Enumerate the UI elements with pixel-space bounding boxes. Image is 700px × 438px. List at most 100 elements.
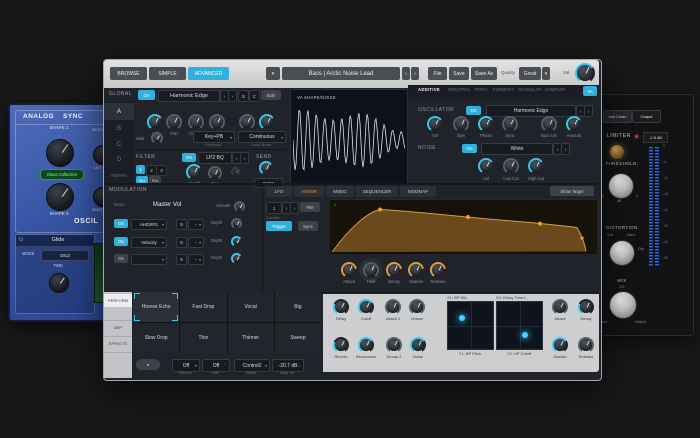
macro-reverb-knob[interactable]: [333, 337, 349, 353]
mod-row3-on[interactable]: On: [114, 254, 128, 263]
mod-row2-on[interactable]: On: [114, 237, 128, 246]
xy-pad-1[interactable]: [447, 301, 494, 350]
macro-unison-knob[interactable]: [409, 299, 425, 315]
engine-copy-button[interactable]: C: [249, 90, 260, 102]
env-tab-ahdsr[interactable]: AHDSR: [294, 186, 324, 197]
pad-thin[interactable]: Thin: [180, 323, 226, 353]
xy1-dot[interactable]: [459, 315, 465, 321]
macro-cutoff-knob[interactable]: [358, 299, 374, 315]
noise-vol-knob[interactable]: [478, 158, 494, 174]
tab-perform[interactable]: PERFORM: [104, 294, 132, 307]
filter-cutoff-knob[interactable]: [186, 164, 202, 180]
engine-pan-knob[interactable]: [166, 114, 182, 130]
env-tab-sequencer[interactable]: SEQUENCER: [356, 186, 398, 197]
filter-send-knob[interactable]: [259, 161, 273, 175]
engine-edit-button[interactable]: Edit: [261, 90, 281, 100]
quality-dropdown[interactable]: Great: [519, 67, 541, 80]
layer-tab-d[interactable]: D: [104, 153, 134, 167]
layer-tab-a[interactable]: A: [104, 103, 134, 120]
pad-vocal[interactable]: Vocal: [228, 292, 274, 322]
env-attack-knob[interactable]: [341, 262, 357, 278]
preset-menu-button[interactable]: ▾: [266, 67, 280, 80]
mod-row2-source[interactable]: Velocity▾: [131, 237, 167, 248]
noise-on-button[interactable]: On: [462, 144, 477, 153]
mod-target-value[interactable]: Master Vol: [153, 202, 181, 208]
osc-tab-formant[interactable]: FORMANT: [493, 88, 514, 92]
filter-slot-3[interactable]: 3: [156, 165, 167, 176]
engine-vol-knob[interactable]: [147, 114, 163, 130]
save-button[interactable]: Save: [449, 67, 469, 80]
osc-num-uni-knob[interactable]: [541, 116, 557, 132]
env-release-knob[interactable]: [430, 262, 446, 278]
env-index-box[interactable]: 1: [266, 202, 282, 214]
engine-on-button[interactable]: On: [138, 90, 155, 100]
pad-big[interactable]: Big: [275, 292, 321, 322]
record-button[interactable]: ●: [136, 359, 160, 370]
engine-coarse-knob[interactable]: [188, 114, 204, 130]
xy-pad-2[interactable]: [496, 301, 543, 350]
mod-row1-on[interactable]: On: [114, 219, 128, 228]
env-hold-knob[interactable]: [363, 262, 379, 278]
preset-next-button[interactable]: ›: [411, 67, 419, 80]
osc-next-button[interactable]: ›: [584, 105, 593, 117]
osc-tab-granular[interactable]: GRANULAR: [518, 88, 541, 92]
osc-tab-additive[interactable]: ADDITIVE: [418, 88, 440, 92]
macro-attack-knob[interactable]: [552, 299, 568, 315]
mod-row2-depth-knob[interactable]: [231, 236, 242, 247]
master-vol-knob[interactable]: [575, 63, 595, 83]
tab-browse[interactable]: BROWSE: [110, 67, 147, 80]
mod-row3-source[interactable]: ▾: [131, 254, 167, 265]
osc-sync-knob[interactable]: [502, 116, 518, 132]
filter-extra-knob[interactable]: [231, 167, 240, 176]
mod-row3-curve[interactable]: -▾: [188, 254, 204, 265]
filter-type-dropdown[interactable]: LP2 BQ: [198, 152, 232, 164]
env-tab-modmap[interactable]: MODMAP: [400, 186, 436, 197]
file-button[interactable]: File: [428, 67, 447, 80]
noise-type-dropdown[interactable]: White: [481, 143, 553, 155]
engine-speed-knob[interactable]: [259, 114, 275, 130]
tab-simple[interactable]: SIMPLE: [149, 67, 186, 80]
filter-res-knob[interactable]: [208, 166, 222, 180]
osc-vol-knob[interactable]: [427, 116, 443, 132]
mod-row1-curve[interactable]: -▾: [188, 219, 204, 230]
macro-resonance-knob[interactable]: [358, 337, 374, 353]
noise-next-button[interactable]: ›: [561, 143, 570, 155]
preset-prev-button[interactable]: ‹: [402, 67, 410, 80]
macro-sustain-knob[interactable]: [552, 337, 568, 353]
noise-low-cut-knob[interactable]: [503, 158, 519, 174]
osc-sym-knob[interactable]: [453, 116, 469, 132]
mod-row2-curve[interactable]: -▾: [188, 237, 204, 248]
pad-hoover-echo[interactable]: Hoover Echo: [133, 292, 179, 322]
pad-fast-drop[interactable]: Fast Drop: [180, 292, 226, 322]
engine-next-button[interactable]: ›: [228, 90, 237, 102]
env-next-button[interactable]: ›: [290, 202, 299, 214]
tab-advanced[interactable]: ADVANCED: [188, 67, 229, 80]
pad-sweep[interactable]: Sweep: [275, 323, 321, 353]
env-file-button[interactable]: File: [300, 202, 320, 212]
mod-smooth-knob[interactable]: [234, 201, 245, 212]
osc-tab-pitch[interactable]: PITCH: [475, 88, 488, 92]
env-tab-mseg[interactable]: MSEG: [326, 186, 354, 197]
engine-type-dropdown[interactable]: Harmonic Edge: [158, 90, 220, 102]
pad-slow-drop[interactable]: Slow Drop: [133, 323, 179, 353]
osc-amount-knob[interactable]: [566, 116, 582, 132]
mod-row2-s[interactable]: S: [176, 237, 187, 248]
macro-noise-knob[interactable]: [410, 337, 426, 353]
engine-tune-fine-knob[interactable]: [209, 114, 225, 130]
filter-on-button[interactable]: On: [182, 153, 196, 162]
env-decay-knob[interactable]: [386, 262, 402, 278]
envelope-display[interactable]: 0: [330, 199, 597, 254]
mod-row1-source[interactable]: AHDSR1▾: [131, 219, 167, 230]
xy2-dot[interactable]: [522, 332, 528, 338]
mod-row1-s[interactable]: S: [176, 219, 187, 230]
osc-type-dropdown[interactable]: Harmonic Edge: [486, 105, 576, 117]
noise-high-cut-knob[interactable]: [528, 158, 544, 174]
env-tab-lfo[interactable]: LFO: [266, 186, 292, 197]
wait-knob[interactable]: [151, 132, 163, 144]
layer-tab-morph[interactable]: MORPH: [104, 168, 134, 182]
macro-decay-knob[interactable]: [578, 299, 594, 315]
env-sustain-knob[interactable]: [408, 262, 424, 278]
tab-effects[interactable]: EFFECTS: [104, 337, 132, 350]
quality-dropdown-chevron[interactable]: ▾: [542, 67, 550, 80]
mod-row1-depth-knob[interactable]: [231, 218, 242, 229]
